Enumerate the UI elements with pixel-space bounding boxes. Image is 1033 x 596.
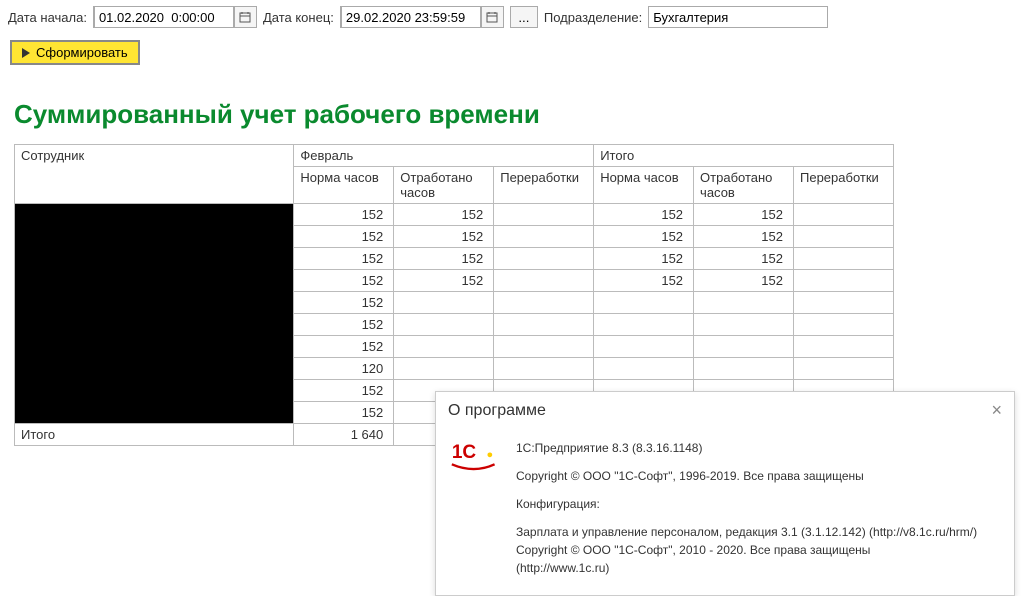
col-over: Переработки [494, 167, 594, 204]
about-line1: 1С:Предприятие 8.3 (8.3.16.1148) [516, 439, 1000, 457]
table-cell: 152 [694, 270, 794, 292]
table-cell: 152 [294, 380, 394, 402]
report-title: Суммированный учет рабочего времени [14, 99, 1019, 130]
table-cell [794, 336, 894, 358]
col-total-over: Переработки [794, 167, 894, 204]
svg-text:1C: 1C [452, 442, 477, 463]
table-cell: 152 [594, 248, 694, 270]
logo-1c-icon: 1C [450, 439, 498, 577]
close-icon[interactable]: × [991, 400, 1002, 421]
table-cell [794, 248, 894, 270]
table-cell [394, 292, 494, 314]
col-worked: Отработано часов [394, 167, 494, 204]
about-line2: Copyright © ООО "1С-Софт", 1996-2019. Вс… [516, 467, 1000, 485]
date-start-input[interactable] [94, 6, 234, 28]
table-cell [494, 292, 594, 314]
toolbar: Дата начала: Дата конец: ... Подразделен… [0, 0, 1033, 34]
table-cell [794, 204, 894, 226]
table-cell: 152 [594, 204, 694, 226]
table-cell [794, 270, 894, 292]
table-cell: 152 [294, 314, 394, 336]
col-employee: Сотрудник [15, 145, 294, 204]
table-cell: 152 [294, 270, 394, 292]
table-cell [694, 292, 794, 314]
employee-block [15, 204, 294, 424]
col-month: Февраль [294, 145, 594, 167]
date-start-label: Дата начала: [8, 10, 87, 25]
footer-norm: 1 640 [294, 424, 394, 446]
table-cell: 120 [294, 358, 394, 380]
table-cell: 152 [294, 402, 394, 424]
more-button[interactable]: ... [510, 6, 538, 28]
table-cell [494, 248, 594, 270]
table-cell: 152 [294, 248, 394, 270]
table-cell [494, 204, 594, 226]
col-total-norm: Норма часов [594, 167, 694, 204]
table-cell [694, 358, 794, 380]
table-cell: 152 [394, 270, 494, 292]
table-cell: 152 [694, 226, 794, 248]
table-cell [494, 226, 594, 248]
table-cell: 152 [394, 204, 494, 226]
calendar-icon-end[interactable] [481, 7, 503, 27]
play-icon [22, 48, 30, 58]
date-end-wrap [340, 6, 504, 28]
footer-label: Итого [15, 424, 294, 446]
table-cell [694, 314, 794, 336]
table-cell [594, 314, 694, 336]
about-conf1: Зарплата и управление персоналом, редакц… [516, 523, 1000, 541]
dialog-text: 1С:Предприятие 8.3 (8.3.16.1148) Copyrig… [516, 439, 1000, 577]
date-start-wrap [93, 6, 257, 28]
col-total-worked: Отработано часов [694, 167, 794, 204]
generate-button-label: Сформировать [36, 45, 128, 60]
table-row: 152152152152 [15, 204, 894, 226]
table-cell: 152 [694, 204, 794, 226]
table-cell [394, 336, 494, 358]
about-dialog: О программе × 1C 1С:Предприятие 8.3 (8.3… [435, 391, 1015, 596]
col-total: Итого [594, 145, 894, 167]
table-cell [394, 358, 494, 380]
table-cell [394, 314, 494, 336]
table-cell: 152 [594, 270, 694, 292]
generate-button[interactable]: Сформировать [10, 40, 140, 65]
dialog-title: О программе [448, 402, 546, 420]
table-cell [594, 292, 694, 314]
table-cell [594, 358, 694, 380]
dept-input[interactable] [648, 6, 828, 28]
calendar-icon-start[interactable] [234, 7, 256, 27]
table-cell: 152 [294, 204, 394, 226]
table-cell: 152 [594, 226, 694, 248]
col-norm: Норма часов [294, 167, 394, 204]
table-cell: 152 [394, 226, 494, 248]
dialog-body: 1C 1С:Предприятие 8.3 (8.3.16.1148) Copy… [436, 429, 1014, 595]
table-cell: 152 [294, 292, 394, 314]
table-cell [694, 336, 794, 358]
table-cell [794, 358, 894, 380]
table-cell: 152 [394, 248, 494, 270]
table-cell [494, 270, 594, 292]
table-cell [794, 226, 894, 248]
date-end-input[interactable] [341, 6, 481, 28]
table-cell [794, 314, 894, 336]
date-end-label: Дата конец: [263, 10, 334, 25]
table-cell: 152 [294, 226, 394, 248]
report-area: Суммированный учет рабочего времени Сотр… [0, 71, 1033, 456]
dialog-header: О программе × [436, 392, 1014, 429]
table-cell: 152 [294, 336, 394, 358]
table-cell [794, 292, 894, 314]
about-conf2: Copyright © ООО "1С-Софт", 2010 - 2020. … [516, 541, 1000, 559]
table-cell [594, 336, 694, 358]
table-cell: 152 [694, 248, 794, 270]
dept-label: Подразделение: [544, 10, 642, 25]
about-conf-label: Конфигурация: [516, 495, 1000, 513]
table-cell [494, 314, 594, 336]
about-conf3: (http://www.1c.ru) [516, 559, 1000, 577]
table-cell [494, 336, 594, 358]
table-cell [494, 358, 594, 380]
